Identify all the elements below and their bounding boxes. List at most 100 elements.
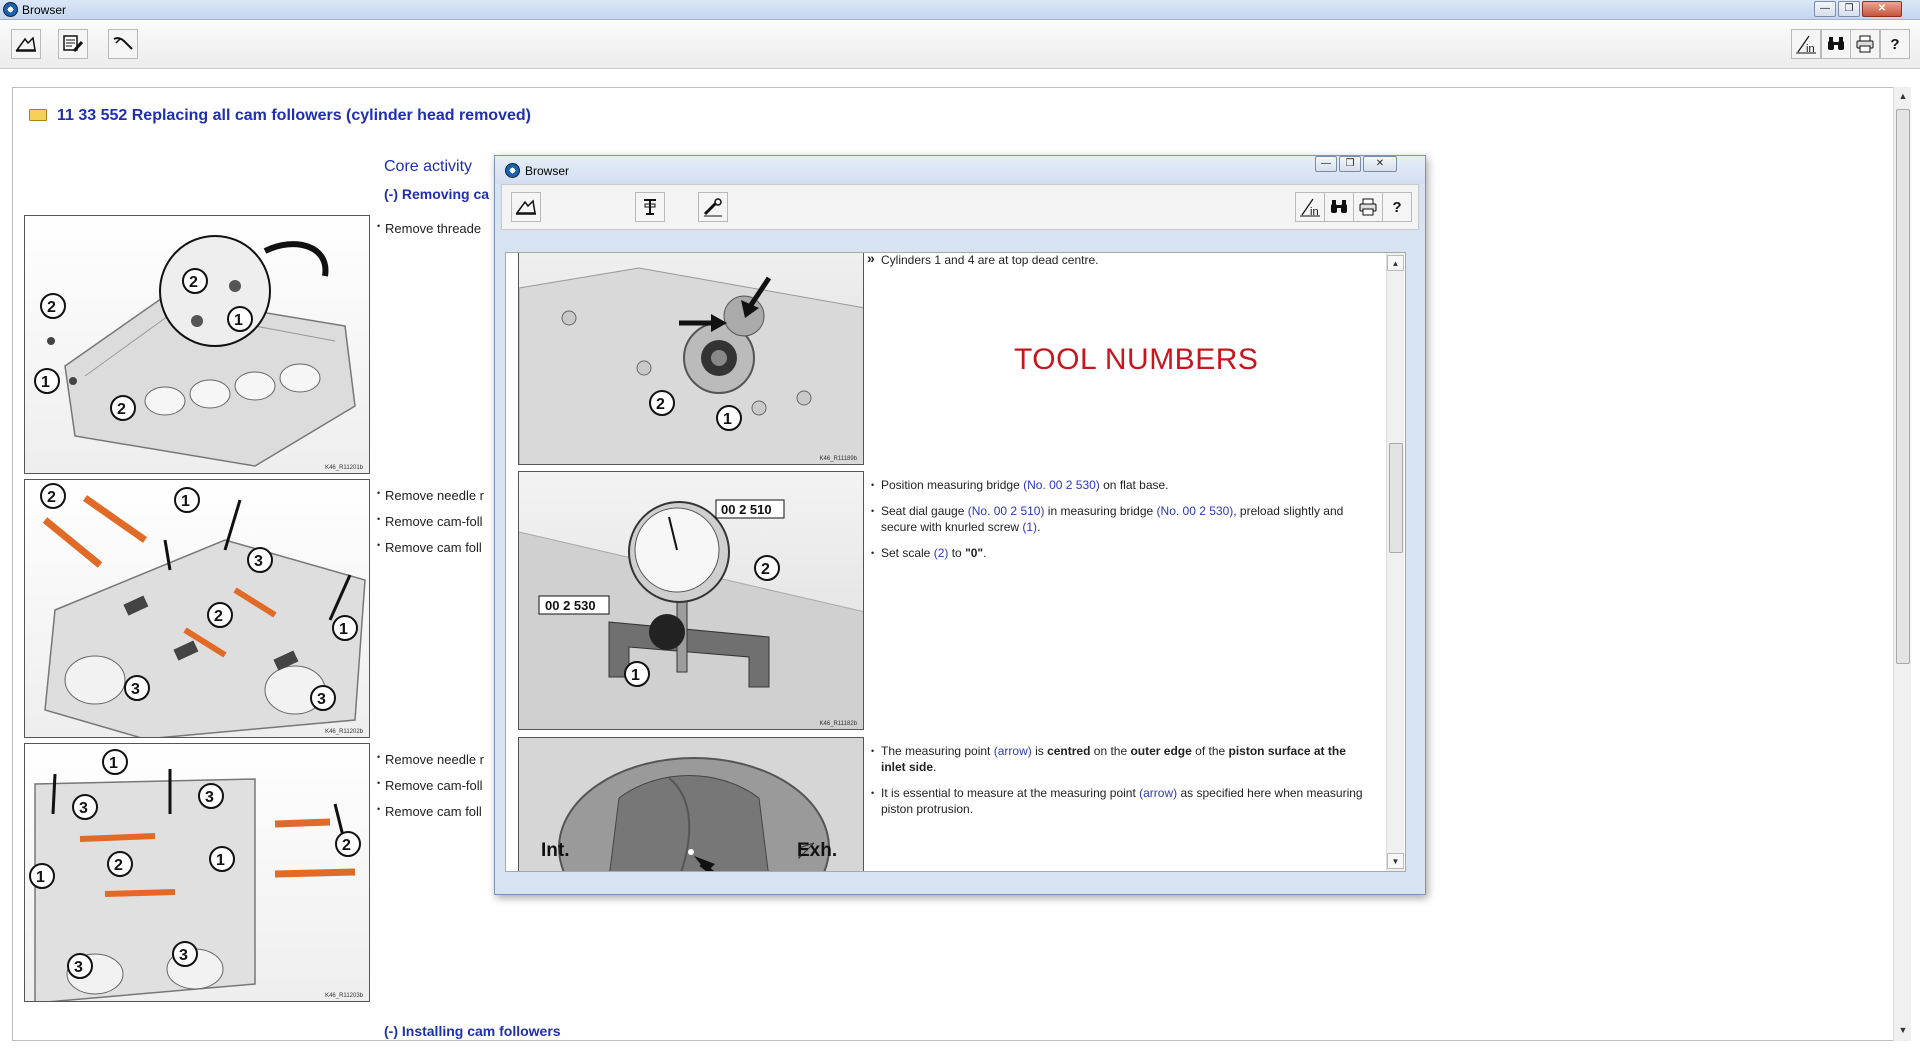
window-title: Browser [22,3,67,17]
scroll-thumb[interactable] [1389,443,1403,553]
part-link[interactable]: (2) [934,546,949,560]
tools-icon [113,37,133,50]
popup-back-button[interactable] [511,192,541,222]
popup-help-button[interactable]: ? [1382,192,1412,222]
step-bullet: Position measuring bridge (No. 00 2 530)… [871,477,1371,493]
svg-text:in: in [1310,206,1319,217]
popup-tool-button[interactable] [635,192,665,222]
popup-info-button[interactable]: in [1295,192,1325,222]
back-button[interactable] [11,29,41,59]
step-bullet: It is essential to measure at the measur… [871,785,1371,817]
bullet-text: on flat base. [1099,478,1169,492]
bullet-text: of the [1191,744,1229,758]
page-title[interactable]: 11 33 552 Replacing all cam followers (c… [57,107,531,125]
back-icon [515,199,536,215]
bullet-text: . [933,760,937,774]
svg-text:1: 1 [723,411,732,428]
popup-titlebar: Browser — ❐ ✕ [495,156,1425,184]
tool-link[interactable]: (No. 00 2 510) [968,504,1045,518]
svg-text:1: 1 [36,869,45,886]
svg-text:1: 1 [181,493,190,510]
help-icon: ? [1890,35,1900,53]
tool-link[interactable]: (No. 00 2 530) [1023,478,1100,492]
scroll-up-icon[interactable]: ▲ [1894,87,1912,105]
help-icon: ? [1392,198,1402,216]
main-scrollbar[interactable]: ▲ ▼ [1893,87,1911,1041]
removing-heading[interactable]: (-) Removing ca [384,186,489,202]
edit-note-button[interactable] [58,29,88,59]
minimize-button[interactable]: — [1814,1,1836,17]
window-controls: — ❐ ✕ [1812,1,1902,17]
piston-surface-illustration: Int. Exh. [519,738,863,871]
print-button[interactable] [1850,29,1880,59]
popup-minimize-button[interactable]: — [1315,156,1337,172]
arrow-link[interactable]: (arrow) [1139,786,1177,800]
bullet-text: in measuring bridge [1044,504,1157,518]
tool-numbers-overlay: TOOL NUMBERS [1014,343,1259,376]
tool-link[interactable]: (No. 00 2 530) [1157,504,1234,518]
popup-print-button[interactable] [1353,192,1383,222]
figure-cylinder-head-1[interactable]: 2 1 2 1 2 K46_R11201b [24,215,370,474]
bullet-text: . [1037,520,1041,534]
figure-piston-surface[interactable]: Int. Exh. [518,737,864,871]
scroll-thumb[interactable] [1896,109,1910,664]
tools-button[interactable] [108,29,138,59]
figure-cylinder-head-2[interactable]: 2 1 3 2 1 3 3 K46_R11202b [24,479,370,738]
popup-scrollbar[interactable]: ▲ ▼ [1386,253,1404,871]
binoculars-icon [1828,37,1844,50]
scroll-down-icon[interactable]: ▼ [1894,1021,1912,1039]
svg-text:3: 3 [74,959,83,976]
svg-text:2: 2 [114,857,123,874]
figure-timing-gear[interactable]: 2 1 K46_R11189b [518,253,864,465]
close-button[interactable]: ✕ [1862,1,1902,17]
scroll-down-icon[interactable]: ▼ [1387,853,1404,869]
svg-text:3: 3 [254,553,263,570]
popup-search-button[interactable] [1324,192,1354,222]
svg-text:2: 2 [47,299,56,316]
installing-heading[interactable]: (-) Installing cam followers [384,1023,561,1039]
core-activity-heading[interactable]: Core activity [384,158,472,176]
figure-reference: K46_R11189b [819,456,857,462]
bullet-text: Seat dial gauge [881,504,968,518]
figure-reference: K46_R11201b [325,465,363,471]
search-button[interactable] [1821,29,1851,59]
popup-window-controls: — ❐ ✕ [1313,156,1397,172]
camshaft-carrier-illustration: 1 3 3 2 1 1 2 3 3 [29,749,361,1001]
help-button[interactable]: ? [1880,29,1910,59]
figure-dial-gauge[interactable]: 00 2 510 00 2 530 2 1 K46_R11182b [518,471,864,730]
svg-text:3: 3 [131,681,140,698]
step-bullet: Seat dial gauge (No. 00 2 510) in measur… [871,503,1371,535]
popup-wrench-button[interactable] [698,192,728,222]
popup-toolbar: in ? [501,184,1419,230]
figure-reference: K46_R11182b [819,721,857,727]
popup-restore-button[interactable]: ❐ [1339,156,1361,172]
figure-reference: K46_R11202b [325,729,363,735]
svg-text:1: 1 [631,667,640,684]
step-bullet: Remove cam-foll [377,514,482,529]
part-link[interactable]: (1) [1022,520,1037,534]
restore-button[interactable]: ❐ [1838,1,1860,17]
popup-close-button[interactable]: ✕ [1363,156,1397,172]
info-button[interactable]: in [1791,29,1821,59]
info-icon: in [1300,198,1320,217]
svg-text:3: 3 [317,691,326,708]
svg-text:2: 2 [761,561,770,578]
step-bullet: Remove threade [377,221,481,236]
popup-content: 2 1 K46_R11189b Cylinders 1 and 4 are at… [505,252,1406,872]
print-icon [1856,35,1874,53]
bullet-text: . [983,546,987,560]
dial-gauge-illustration: 00 2 510 00 2 530 2 1 [519,499,863,729]
figure-cylinder-head-3[interactable]: 1 3 3 2 1 1 2 3 3 K46_R11203b [24,743,370,1002]
cylinder-head-illustration: 2 1 2 1 2 [34,235,356,467]
svg-text:1: 1 [216,852,225,869]
bullet-text: Set scale [881,546,934,560]
svg-text:3: 3 [79,800,88,817]
step-bullet: Remove needle r [377,752,484,767]
bullet-bold: centred [1047,744,1091,758]
tool-icon [644,199,656,215]
arrow-link[interactable]: (arrow) [994,744,1032,758]
step-bullet: Remove cam foll [377,540,482,555]
scroll-up-icon[interactable]: ▲ [1387,255,1404,271]
folder-icon [29,109,47,121]
cam-followers-illustration: 2 1 3 2 1 3 3 [40,483,366,737]
